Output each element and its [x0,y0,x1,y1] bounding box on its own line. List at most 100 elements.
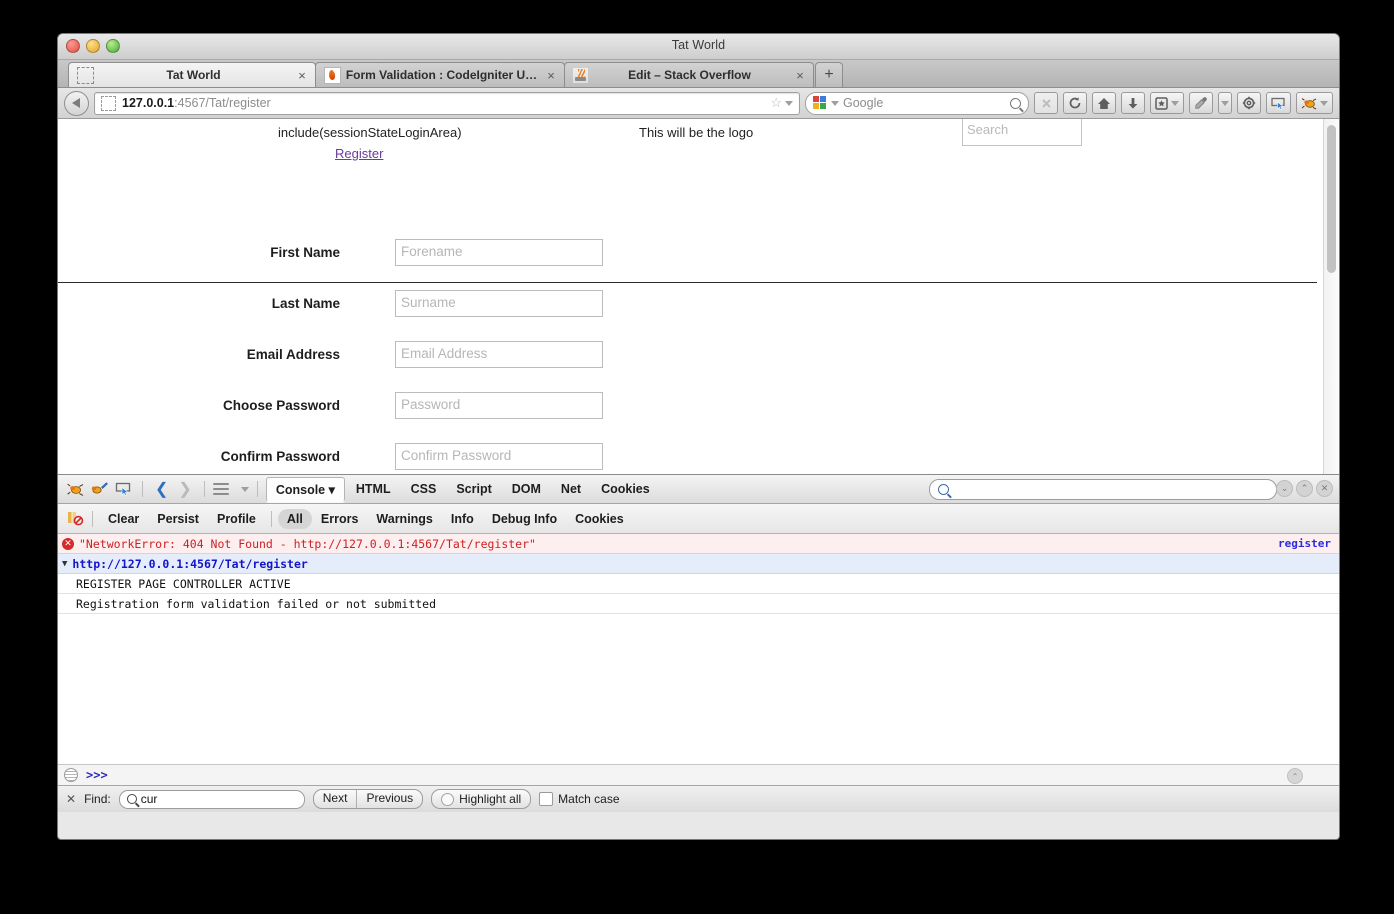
error-circle-icon: ✕ [62,537,74,550]
panel-tab-dom[interactable]: DOM [503,478,550,500]
chevron-down-icon[interactable] [831,100,839,106]
confirm-password-input[interactable]: Confirm Password [395,443,603,470]
tab-form-validation[interactable]: Form Validation : CodeIgniter U… × [315,62,565,87]
form-row: First Name Forename [58,227,1339,278]
url-bar[interactable]: 127.0.0.1:4567/Tat/register ☆ [94,91,800,115]
downloads-button[interactable] [1121,92,1145,114]
search-input[interactable]: Google [843,96,1006,110]
panel-tab-html[interactable]: HTML [347,478,400,500]
url-text: 127.0.0.1:4567/Tat/register [122,96,764,110]
match-case-label: Match case [558,792,620,806]
close-find-bar-button[interactable]: ✕ [66,792,76,806]
hamburger-icon[interactable] [212,483,229,495]
settings-button[interactable] [1237,92,1261,114]
chevron-up-circle-icon[interactable]: ⌃ [1296,480,1313,497]
close-icon[interactable]: × [293,68,311,83]
panel-tab-script[interactable]: Script [447,478,500,500]
console-error-row[interactable]: ✕ "NetworkError: 404 Not Found - http://… [58,534,1339,554]
tab-tat-world[interactable]: Tat World × [68,62,316,87]
scrollbar-thumb[interactable] [1327,125,1336,273]
field-label: Confirm Password [220,449,340,464]
checkbox-icon[interactable] [539,792,554,806]
first-name-input[interactable]: Forename [395,239,603,266]
find-bar: ✕ Find: cur Next Previous Highlight all … [58,785,1339,812]
console-command-line[interactable]: >>> ⌃ [58,764,1339,785]
firebug-forward-button[interactable]: ❯ [174,479,195,499]
find-label: Find: [84,792,111,806]
persist-button[interactable]: Persist [148,509,208,529]
clear-button[interactable]: Clear [99,509,148,529]
highlight-all-toggle[interactable]: Highlight all [431,789,532,809]
reload-button[interactable] [1063,92,1087,114]
panel-tab-net[interactable]: Net [552,478,590,500]
filter-cookies[interactable]: Cookies [566,509,633,529]
tab-stack-overflow[interactable]: Edit – Stack Overflow × [564,62,814,87]
field-label: Last Name [271,296,340,311]
find-next-button[interactable]: Next [314,790,357,808]
eyedropper-dropdown-button[interactable] [1218,92,1232,114]
register-link[interactable]: Register [335,146,383,161]
console-output[interactable]: ✕ "NetworkError: 404 Not Found - http://… [58,534,1339,764]
firebug-bug-icon[interactable] [64,478,86,500]
chevron-down-icon[interactable] [1320,100,1328,106]
firebug-back-button[interactable]: ❮ [151,479,172,499]
console-error-text: "NetworkError: 404 Not Found - http://12… [79,536,536,551]
email-input[interactable]: Email Address [395,341,603,368]
chevron-down-icon[interactable] [240,486,249,492]
clear-console-icon[interactable] [66,510,84,528]
filter-warnings[interactable]: Warnings [367,509,441,529]
firebug-inspect-icon[interactable] [88,478,110,500]
firebug-button[interactable] [1296,92,1333,114]
form-row: Confirm Password Confirm Password [58,431,1339,474]
close-icon[interactable]: × [791,68,809,83]
eyedropper-button[interactable] [1189,92,1213,114]
filter-info[interactable]: Info [442,509,483,529]
twisty-icon[interactable]: ▼ [62,559,67,569]
password-input[interactable]: Password [395,392,603,419]
chevron-down-icon[interactable]: ▾ [329,483,335,497]
close-icon[interactable]: × [542,68,560,83]
bookmark-star-icon[interactable]: ☆ [770,95,782,111]
bookmarks-button[interactable] [1150,92,1184,114]
filter-all[interactable]: All [277,508,312,529]
firebug-search-input[interactable] [929,479,1277,500]
console-group-row[interactable]: ▼ http://127.0.0.1:4567/Tat/register [58,554,1339,574]
tab-label: Form Validation : CodeIgniter U… [345,68,538,82]
panel-tab-label: Console [275,482,326,497]
stop-button[interactable] [1034,92,1058,114]
select-element-icon[interactable] [112,478,134,500]
search-bar[interactable]: Google [805,91,1029,115]
navigation-toolbar: 127.0.0.1:4567/Tat/register ☆ Google [58,88,1339,119]
chevron-down-icon[interactable] [1171,100,1179,106]
panel-tab-console[interactable]: Console ▾ [265,476,345,502]
panel-tab-cookies[interactable]: Cookies [592,478,659,500]
site-search-placeholder: Search [967,122,1009,137]
magnifier-icon[interactable] [1010,97,1021,109]
panel-tab-css[interactable]: CSS [402,478,446,500]
chevron-down-icon[interactable] [1221,100,1229,106]
console-options-bar: Clear Persist Profile All Errors Warning… [58,504,1339,534]
form-row: Email Address Email Address [58,329,1339,380]
home-button[interactable] [1092,92,1116,114]
last-name-input[interactable]: Surname [395,290,603,317]
find-input[interactable]: cur [118,789,305,809]
stackoverflow-icon [573,67,588,83]
codeigniter-flame-icon [324,66,341,84]
close-circle-icon[interactable]: ✕ [1316,480,1333,497]
chevron-up-circle-icon[interactable]: ⌃ [1287,768,1303,784]
match-case-checkbox[interactable]: Match case [539,792,620,806]
chevron-down-icon[interactable] [785,100,793,106]
page-vertical-scrollbar[interactable] [1323,119,1339,474]
site-search-input[interactable]: Search [962,119,1082,146]
new-tab-button[interactable]: + [815,62,843,87]
filter-errors[interactable]: Errors [312,509,368,529]
profile-button[interactable]: Profile [208,509,265,529]
back-button[interactable] [64,90,89,116]
filter-debug-info[interactable]: Debug Info [483,509,566,529]
find-previous-button[interactable]: Previous [356,790,422,808]
chevron-down-circle-icon[interactable]: ⌄ [1276,480,1293,497]
console-source-link[interactable]: register [1278,537,1331,550]
find-value: cur [140,792,158,806]
inspect-button[interactable] [1266,92,1291,114]
console-lines-icon[interactable] [64,768,78,782]
